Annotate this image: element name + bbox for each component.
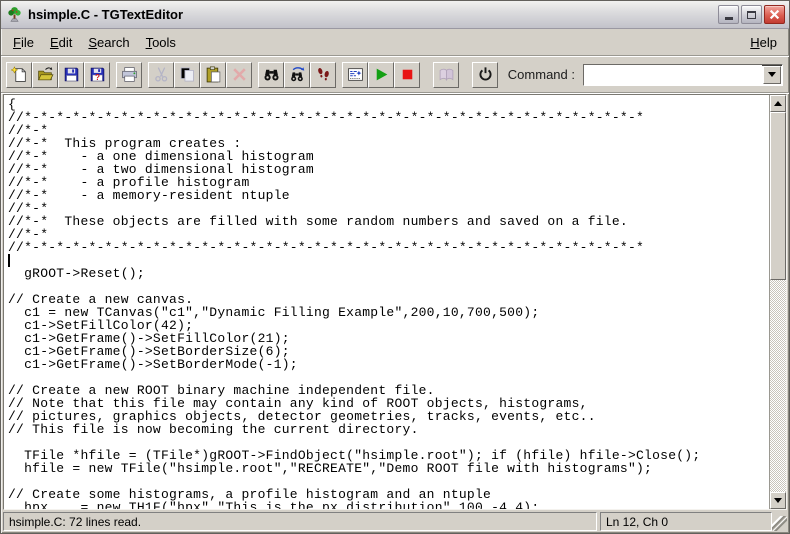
find-again-icon xyxy=(289,66,306,83)
minimize-icon xyxy=(725,17,733,20)
chevron-down-icon xyxy=(768,72,776,77)
copy-icon xyxy=(179,66,196,83)
tgtexteditor-window: hsimple.C - TGTextEditor File Edit Searc… xyxy=(0,0,790,534)
new-file-icon xyxy=(11,66,28,83)
code-text: { //*-*-*-*-*-*-*-*-*-*-*-*-*-*-*-*-*-*-… xyxy=(4,95,769,509)
close-button[interactable] xyxy=(764,5,785,24)
status-message: hsimple.C: 72 lines read. xyxy=(3,512,597,531)
toolbar: ? xyxy=(1,57,789,92)
power-icon xyxy=(477,66,494,83)
copy-button[interactable] xyxy=(174,62,200,88)
clipboard-button-group xyxy=(148,62,252,88)
footprints-icon xyxy=(315,66,332,83)
printer-icon xyxy=(121,66,138,83)
open-folder-icon xyxy=(37,66,54,83)
save-button[interactable] xyxy=(58,62,84,88)
binoculars-icon xyxy=(263,66,280,83)
compile-icon xyxy=(347,66,364,83)
arrow-up-icon xyxy=(774,101,782,106)
quit-button-group xyxy=(472,62,498,88)
close-icon xyxy=(769,9,780,20)
maximize-icon xyxy=(747,11,756,19)
menu-tools[interactable]: Tools xyxy=(138,32,184,53)
delete-icon xyxy=(231,66,248,83)
title-bar[interactable]: hsimple.C - TGTextEditor xyxy=(1,1,789,29)
command-dropdown-button[interactable] xyxy=(763,66,781,84)
find-again-button[interactable] xyxy=(284,62,310,88)
status-bar: hsimple.C: 72 lines read. Ln 12, Ch 0 xyxy=(1,510,789,533)
delete-button[interactable] xyxy=(226,62,252,88)
menu-bar: File Edit Search Tools Help xyxy=(1,29,789,55)
menu-edit[interactable]: Edit xyxy=(42,32,80,53)
search-button-group xyxy=(258,62,336,88)
minimize-button[interactable] xyxy=(718,5,739,24)
cursor-position-status: Ln 12, Ch 0 xyxy=(600,512,772,531)
save-icon xyxy=(63,66,80,83)
command-label: Command : xyxy=(508,67,575,82)
arrow-down-icon xyxy=(774,498,782,503)
menu-help[interactable]: Help xyxy=(742,32,785,53)
cut-button[interactable] xyxy=(148,62,174,88)
compile-button[interactable] xyxy=(342,62,368,88)
command-combobox[interactable] xyxy=(583,64,783,86)
execute-button-group xyxy=(342,62,420,88)
command-input[interactable] xyxy=(584,65,762,85)
scroll-up-button[interactable] xyxy=(770,95,786,112)
menu-search[interactable]: Search xyxy=(80,32,137,53)
print-button-group xyxy=(116,62,142,88)
print-button[interactable] xyxy=(116,62,142,88)
text-caret xyxy=(8,254,10,267)
scrollbar-thumb[interactable] xyxy=(770,112,786,280)
quit-button[interactable] xyxy=(472,62,498,88)
editor-frame: { //*-*-*-*-*-*-*-*-*-*-*-*-*-*-*-*-*-*-… xyxy=(3,94,787,510)
scrollbar-track[interactable] xyxy=(770,112,786,492)
stop-icon xyxy=(399,66,416,83)
vertical-scrollbar[interactable] xyxy=(769,95,786,509)
help-book-icon xyxy=(438,66,455,83)
svg-text:?: ? xyxy=(95,73,100,82)
open-file-button[interactable] xyxy=(32,62,58,88)
interrupt-button[interactable] xyxy=(394,62,420,88)
resize-grip[interactable] xyxy=(772,516,787,531)
save-as-icon: ? xyxy=(89,66,106,83)
menu-file[interactable]: File xyxy=(5,32,42,53)
root-tree-icon xyxy=(6,6,23,23)
execute-button[interactable] xyxy=(368,62,394,88)
save-as-button[interactable]: ? xyxy=(84,62,110,88)
scroll-down-button[interactable] xyxy=(770,492,786,509)
new-file-button[interactable] xyxy=(6,62,32,88)
paste-icon xyxy=(205,66,222,83)
file-button-group: ? xyxy=(6,62,110,88)
scissors-icon xyxy=(153,66,170,83)
command-area: Command : xyxy=(508,64,783,86)
text-editor[interactable]: { //*-*-*-*-*-*-*-*-*-*-*-*-*-*-*-*-*-*-… xyxy=(4,95,769,509)
find-button[interactable] xyxy=(258,62,284,88)
help-contents-button[interactable] xyxy=(433,62,459,88)
maximize-button[interactable] xyxy=(741,5,762,24)
paste-button[interactable] xyxy=(200,62,226,88)
window-title: hsimple.C - TGTextEditor xyxy=(28,7,716,22)
help-button-group xyxy=(433,62,459,88)
goto-line-button[interactable] xyxy=(310,62,336,88)
play-icon xyxy=(373,66,390,83)
